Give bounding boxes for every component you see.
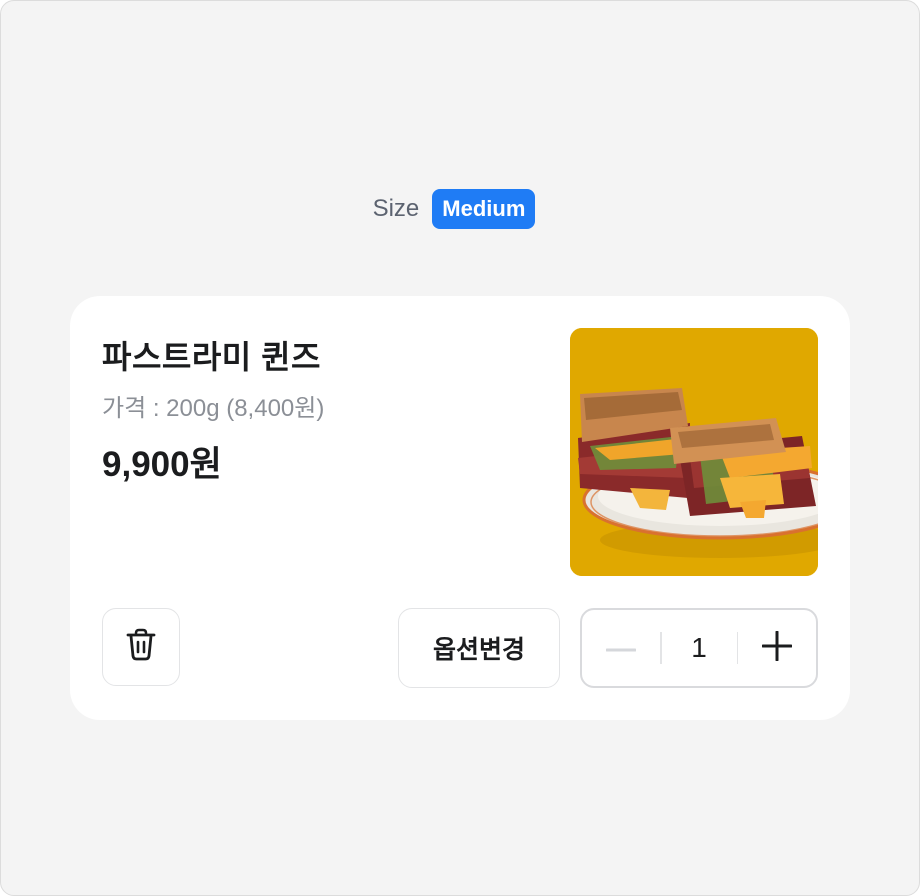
product-price: 9,900원 bbox=[102, 445, 222, 484]
app-frame: Size Medium 파스트라미 퀸즈 가격 : 200g (8,400원) … bbox=[0, 0, 920, 896]
product-image bbox=[570, 328, 818, 576]
product-weight-price: 가격 : 200g (8,400원) bbox=[102, 395, 325, 422]
decrement-button[interactable] bbox=[582, 610, 660, 686]
delete-button[interactable] bbox=[102, 608, 180, 686]
trash-icon bbox=[125, 628, 157, 667]
quantity-value: 1 bbox=[691, 632, 707, 663]
minus-icon bbox=[605, 639, 637, 657]
size-label: Size bbox=[372, 195, 420, 222]
product-name: 파스트라미 퀸즈 bbox=[102, 339, 321, 375]
option-change-button[interactable]: 옵션변경 bbox=[398, 608, 560, 688]
size-selector: Size Medium bbox=[1, 189, 919, 229]
increment-button[interactable] bbox=[738, 610, 816, 686]
quantity-stepper: 1 bbox=[580, 608, 818, 688]
cart-item-card: 파스트라미 퀸즈 가격 : 200g (8,400원) 9,900원 옵션변경 … bbox=[70, 296, 850, 720]
plus-icon bbox=[761, 630, 793, 666]
size-badge[interactable]: Medium bbox=[432, 189, 536, 229]
